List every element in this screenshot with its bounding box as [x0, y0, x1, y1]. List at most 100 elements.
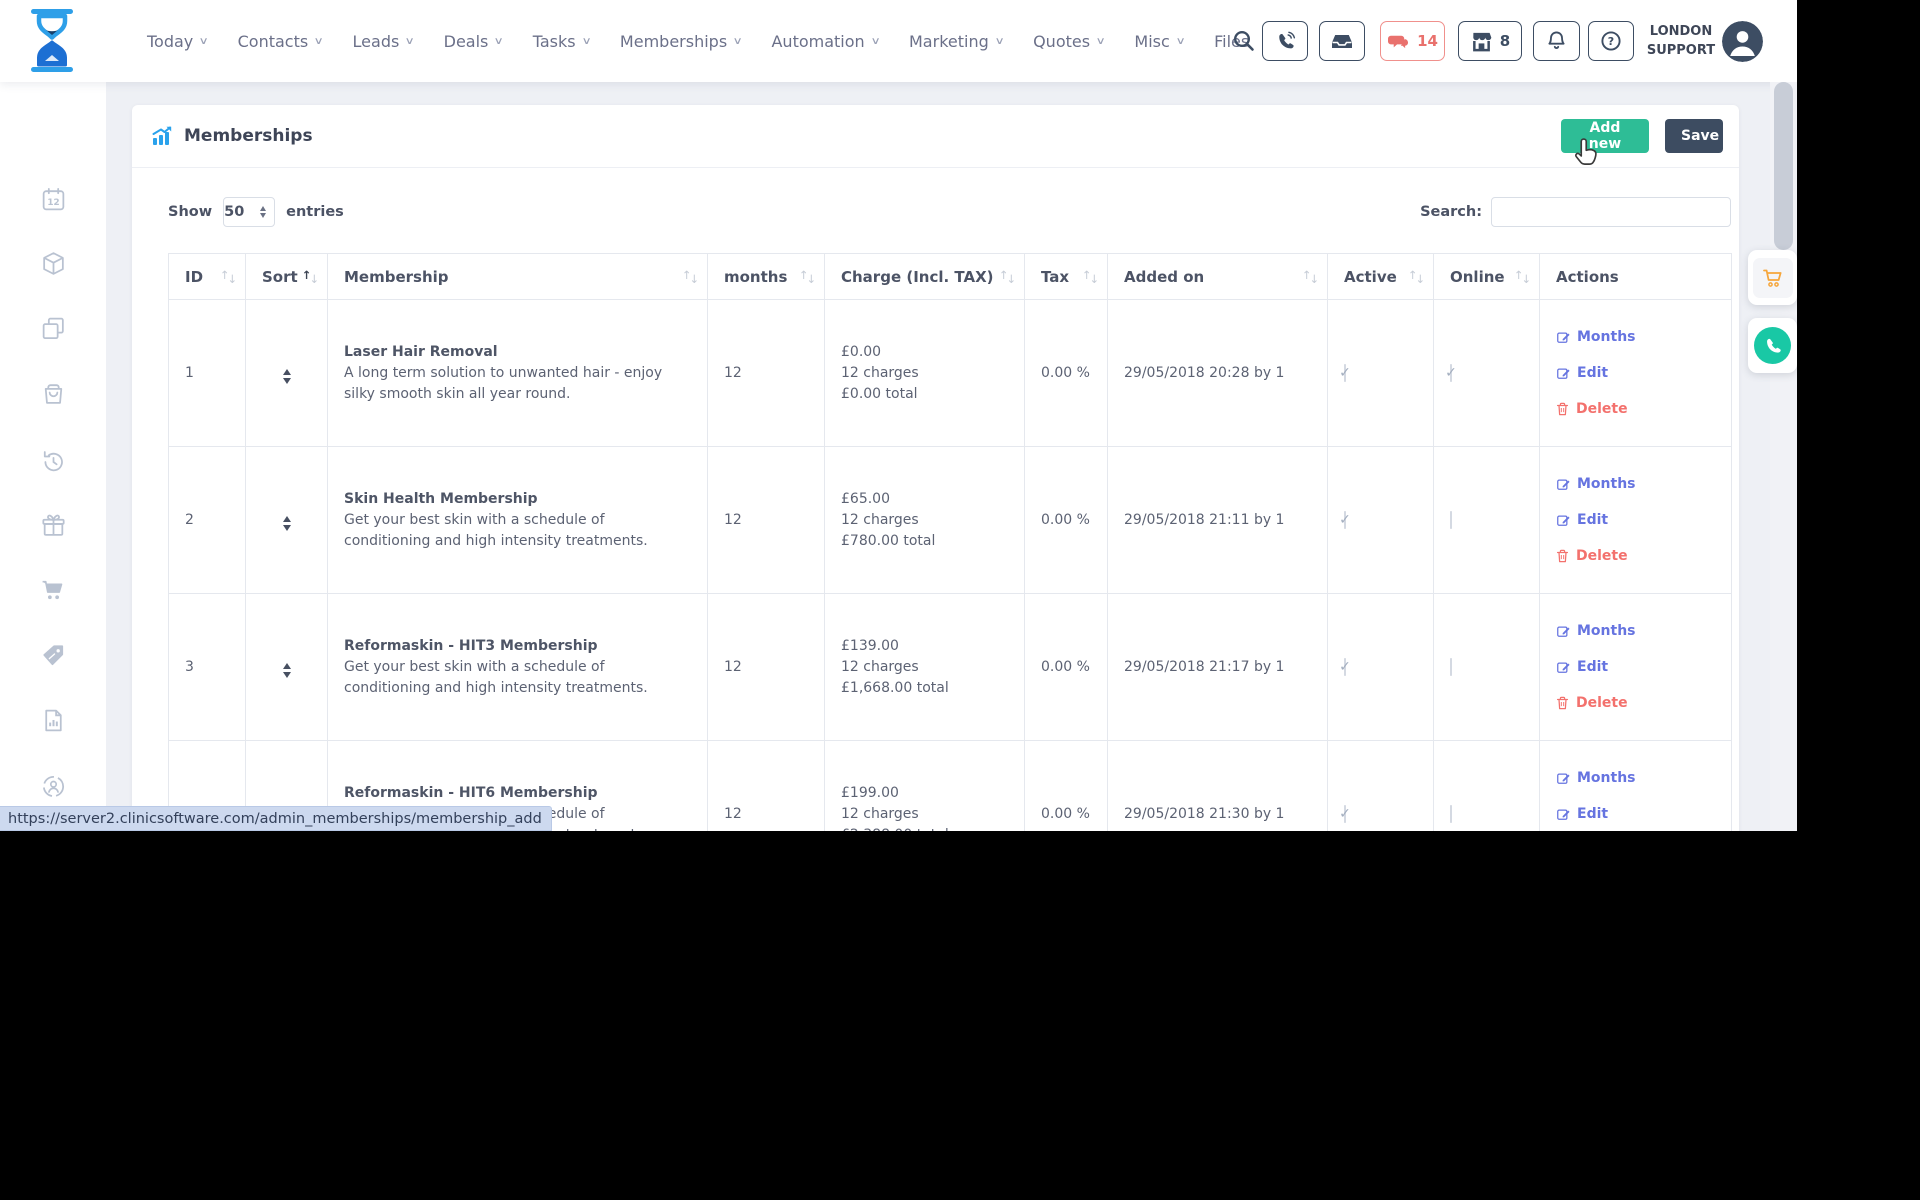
sort-arrows-icon: ↑↓: [799, 270, 814, 284]
nav-item-deals[interactable]: Deals∨: [444, 32, 503, 51]
charge-count: 12 charges: [841, 363, 1008, 384]
vertical-scrollbar[interactable]: [1770, 82, 1797, 831]
cell-added-on: 29/05/2018 21:11 by 1: [1108, 447, 1328, 594]
cell-online: [1434, 741, 1540, 832]
gift-icon[interactable]: [40, 512, 67, 539]
drag-sort-handle[interactable]: [283, 516, 291, 531]
search-icon[interactable]: [1232, 29, 1256, 53]
save-button[interactable]: Save: [1665, 119, 1723, 153]
active-checkbox[interactable]: [1344, 805, 1346, 823]
online-checkbox[interactable]: [1450, 364, 1452, 382]
drag-sort-handle[interactable]: [283, 663, 291, 678]
tag-icon[interactable]: [40, 642, 67, 669]
edit-icon: [1556, 807, 1570, 821]
nav-item-misc[interactable]: Misc∨: [1134, 32, 1184, 51]
col-header-charge[interactable]: Charge (Incl. TAX)↑↓: [825, 254, 1025, 300]
sort-arrows-icon: ↑↓: [1302, 270, 1317, 284]
col-header-membership[interactable]: Membership↑↓: [328, 254, 708, 300]
months-link[interactable]: Months: [1556, 329, 1715, 345]
inbox-button[interactable]: [1319, 21, 1365, 61]
months-link[interactable]: Months: [1556, 770, 1715, 786]
package-icon[interactable]: [40, 250, 67, 277]
edit-link[interactable]: Edit: [1556, 806, 1715, 822]
nav-item-tasks[interactable]: Tasks∨: [533, 32, 590, 51]
chevron-down-icon: ∨: [581, 36, 591, 47]
membership-description: Get your best skin with a schedule of co…: [344, 510, 691, 552]
add-new-button[interactable]: Add new: [1561, 119, 1649, 153]
col-header-tax[interactable]: Tax↑↓: [1025, 254, 1108, 300]
chat-count-badge: 14: [1417, 32, 1438, 50]
months-link[interactable]: Months: [1556, 476, 1715, 492]
nav-item-marketing[interactable]: Marketing∨: [909, 32, 1003, 51]
col-header-active[interactable]: Active↑↓: [1328, 254, 1434, 300]
history-icon[interactable]: [40, 448, 67, 475]
edit-link[interactable]: Edit: [1556, 365, 1715, 381]
col-header-added-on[interactable]: Added on↑↓: [1108, 254, 1328, 300]
clinicsoftware-logo[interactable]: [28, 8, 76, 74]
nav-item-leads[interactable]: Leads∨: [353, 32, 414, 51]
active-checkbox[interactable]: [1344, 364, 1346, 382]
drag-sort-handle[interactable]: [283, 369, 291, 384]
user-name-line2: SUPPORT: [1642, 41, 1720, 60]
nav-item-memberships[interactable]: Memberships∨: [620, 32, 742, 51]
col-header-id[interactable]: ID↑↓: [169, 254, 246, 300]
delete-link[interactable]: Delete: [1556, 401, 1715, 417]
help-button[interactable]: ?: [1588, 21, 1634, 61]
shop-button[interactable]: 8: [1458, 21, 1522, 61]
page-size-select[interactable]: 50: [223, 197, 275, 227]
nav-item-automation[interactable]: Automation ∨: [771, 32, 879, 51]
report-icon[interactable]: [40, 707, 67, 734]
avatar[interactable]: [1722, 21, 1763, 62]
floating-phone-button[interactable]: [1748, 318, 1797, 373]
col-header-sort[interactable]: Sort↑↓: [246, 254, 328, 300]
active-checkbox[interactable]: [1344, 658, 1346, 676]
charge-price: £0.00: [841, 342, 1008, 363]
chat-bubbles-icon: [1387, 31, 1410, 52]
cell-months: 12: [708, 741, 825, 832]
delete-link[interactable]: Delete: [1556, 695, 1715, 711]
charge-count: 12 charges: [841, 657, 1008, 678]
status-url-tooltip: https://server2.clinicsoftware.com/admin…: [0, 806, 552, 831]
edit-link[interactable]: Edit: [1556, 512, 1715, 528]
cell-membership: Reformaskin - HIT3 Membership Get your b…: [328, 594, 708, 741]
bag-icon[interactable]: [40, 380, 67, 407]
nav-item-quotes[interactable]: Quotes∨: [1033, 32, 1104, 51]
online-checkbox[interactable]: [1450, 658, 1452, 676]
cell-charge: £199.00 12 charges £2,388.00 total: [825, 741, 1025, 832]
floating-cart-button[interactable]: [1748, 250, 1797, 305]
membership-description: A long term solution to unwanted hair - …: [344, 363, 691, 405]
sort-arrows-icon: ↑↓: [302, 270, 317, 284]
cart-icon[interactable]: [40, 577, 67, 604]
entries-label: entries: [286, 204, 344, 220]
nav-label: Automation: [771, 32, 864, 51]
delete-link[interactable]: Delete: [1556, 548, 1715, 564]
nav-item-today[interactable]: Today∨: [147, 32, 208, 51]
membership-title: Reformaskin - HIT3 Membership: [344, 636, 691, 657]
months-link[interactable]: Months: [1556, 623, 1715, 639]
edit-icon: [1556, 477, 1570, 491]
online-checkbox[interactable]: [1450, 511, 1452, 529]
edit-link[interactable]: Edit: [1556, 659, 1715, 675]
active-checkbox[interactable]: [1344, 511, 1346, 529]
scrollbar-thumb[interactable]: [1774, 82, 1793, 250]
search-input[interactable]: [1491, 197, 1731, 227]
search-control: Search:: [1420, 197, 1731, 227]
col-header-online[interactable]: Online↑↓: [1434, 254, 1540, 300]
online-checkbox[interactable]: [1450, 805, 1452, 823]
copy-icon[interactable]: [40, 315, 67, 342]
chevron-down-icon: ∨: [870, 36, 880, 47]
table-row: 1 Laser Hair Removal A long term solutio…: [169, 300, 1732, 447]
notifications-button[interactable]: [1533, 21, 1580, 61]
account-sync-icon[interactable]: [40, 773, 67, 800]
nav-item-contacts[interactable]: Contacts∨: [238, 32, 323, 51]
bar-chart-up-icon: [150, 124, 174, 148]
charge-total: £0.00 total: [841, 384, 1008, 405]
phone-button[interactable]: [1262, 21, 1308, 61]
col-header-months[interactable]: months↑↓: [708, 254, 825, 300]
chat-notifications-button[interactable]: 14: [1380, 21, 1445, 61]
cell-months: 12: [708, 300, 825, 447]
charge-price: £199.00: [841, 783, 1008, 804]
calendar-12-icon[interactable]: 12: [40, 186, 67, 213]
charge-total: £2,388.00 total: [841, 825, 1008, 832]
cell-added-on: 29/05/2018 21:30 by 1: [1108, 741, 1328, 832]
